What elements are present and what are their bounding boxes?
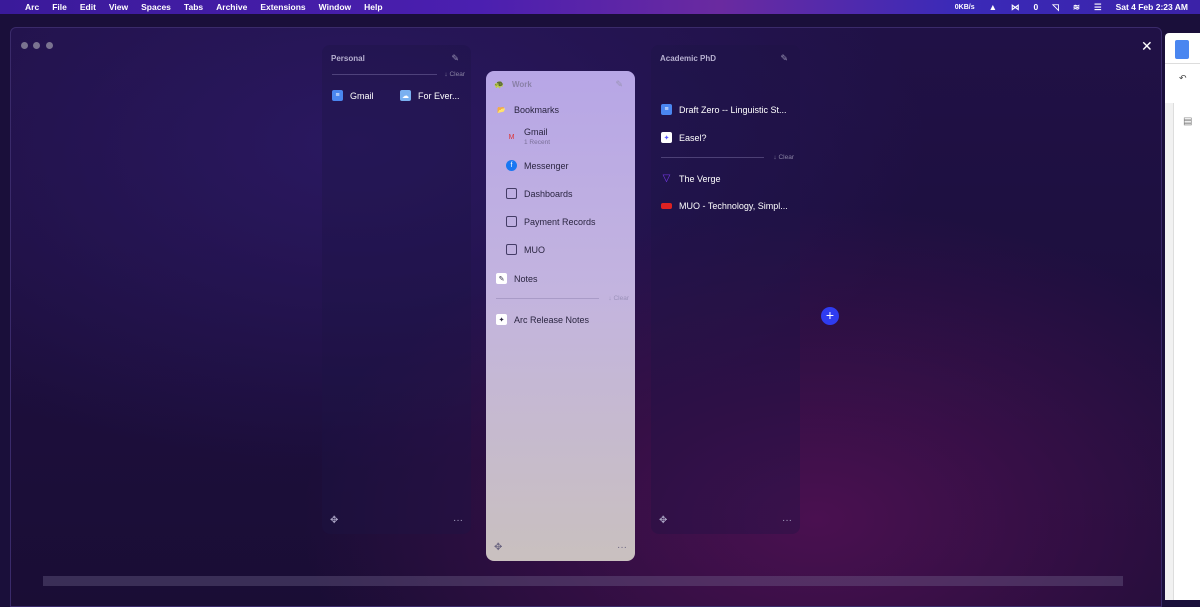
space-work: 🐢 Work ✎ 📂 Bookmarks M Gmail 1 Recent f Mess…	[486, 71, 635, 561]
muo-icon	[661, 203, 672, 209]
clip-icon[interactable]: 0	[1034, 2, 1039, 12]
verge-icon: ▽	[662, 173, 671, 184]
clear-button[interactable]: ↓ Clear	[608, 295, 629, 302]
move-icon[interactable]: ✥	[494, 542, 502, 553]
gmail-icon: M	[508, 134, 515, 141]
space-title[interactable]: Work	[512, 80, 532, 89]
google-docs-icon	[1175, 40, 1189, 59]
window-close-dot[interactable]	[21, 42, 28, 49]
folder-icon	[506, 244, 517, 255]
tab-muo[interactable]: MUO - Technology, Simpl...	[661, 201, 788, 211]
app-icon: ☁	[400, 90, 411, 101]
folder-payment-records[interactable]: Payment Records	[506, 216, 596, 227]
pinned-tab[interactable]: ☁ For Ever...	[400, 90, 460, 101]
move-icon[interactable]: ✥	[659, 515, 667, 526]
menu-window[interactable]: Window	[319, 2, 352, 12]
tab-the-verge[interactable]: ▽ The Verge	[661, 173, 721, 184]
folder-open-icon: 📂	[497, 106, 506, 114]
arc-icon: ✦	[661, 132, 672, 143]
menu-arc[interactable]: Arc	[25, 2, 39, 12]
folder-icon	[506, 188, 517, 199]
pencil-icon[interactable]: ✎	[615, 79, 623, 90]
menu-help[interactable]: Help	[364, 2, 382, 12]
folder-icon	[506, 216, 517, 227]
menu-view[interactable]: View	[109, 2, 128, 12]
window-minimize-dot[interactable]	[33, 42, 40, 49]
bowtie-icon[interactable]: ⋈	[1011, 2, 1020, 13]
bookmark-notes[interactable]: ✎ Notes	[496, 273, 538, 284]
space-title[interactable]: Personal	[331, 54, 365, 63]
notes-icon: ✎	[496, 273, 507, 284]
clear-button[interactable]: ↓ Clear	[773, 154, 794, 161]
more-icon[interactable]: ···	[617, 542, 627, 553]
menu-extensions[interactable]: Extensions	[260, 2, 305, 12]
pinned-tab[interactable]: ✦ Easel?	[661, 132, 707, 143]
google-docs-window: ↶ ▤	[1165, 33, 1200, 600]
wifi-icon[interactable]: ≋	[1073, 2, 1080, 13]
menu-file[interactable]: File	[52, 2, 67, 12]
folder-dashboards[interactable]: Dashboards	[506, 188, 573, 199]
move-icon[interactable]: ✥	[330, 515, 338, 526]
clock[interactable]: Sat 4 Feb 2:23 AM	[1116, 2, 1188, 12]
space-personal: Personal ✎ ↓ Clear ≡ Gmail ☁ For Ever... ✥…	[322, 45, 471, 534]
more-icon[interactable]: ···	[453, 515, 463, 526]
drive-icon[interactable]: ▲	[989, 2, 997, 12]
menu-tabs[interactable]: Tabs	[184, 2, 203, 12]
window-zoom-dot[interactable]	[46, 42, 53, 49]
close-icon[interactable]: ✕	[1141, 38, 1153, 55]
outline-icon[interactable]: ▤	[1183, 116, 1192, 127]
add-space-button[interactable]: +	[821, 307, 839, 325]
horizontal-scrollbar[interactable]	[43, 576, 1123, 586]
undo-icon[interactable]: ↶	[1179, 73, 1187, 84]
tab-arc-release-notes[interactable]: ✦ Arc Release Notes	[496, 314, 589, 325]
cursor-icon[interactable]: ◹	[1052, 2, 1059, 13]
control-center-icon[interactable]: ☰	[1094, 2, 1102, 13]
bookmarks-folder[interactable]: 📂 Bookmarks	[496, 104, 559, 115]
menu-archive[interactable]: Archive	[216, 2, 247, 12]
vertical-ruler	[1165, 103, 1174, 600]
pinned-tab[interactable]: ≡ Draft Zero -- Linguistic St...	[661, 104, 787, 115]
bookmark-messenger[interactable]: f Messenger	[506, 160, 569, 171]
docs-icon: ≡	[332, 90, 343, 101]
pencil-icon[interactable]: ✎	[780, 53, 788, 64]
pencil-icon[interactable]: ✎	[451, 53, 459, 64]
arc-icon: ✦	[496, 314, 507, 325]
clear-button[interactable]: ↓ Clear	[444, 71, 465, 78]
space-academic-phd: Academic PhD ✎ ≡ Draft Zero -- Linguistic…	[651, 45, 800, 534]
space-icon: 🐢	[494, 80, 504, 89]
facebook-icon: f	[506, 160, 517, 171]
more-icon[interactable]: ···	[782, 515, 792, 526]
menu-edit[interactable]: Edit	[80, 2, 96, 12]
docs-icon: ≡	[661, 104, 672, 115]
network-speed: 0KB/s	[954, 3, 975, 11]
bookmark-gmail[interactable]: M Gmail 1 Recent	[506, 128, 550, 147]
menu-spaces[interactable]: Spaces	[141, 2, 171, 12]
space-title[interactable]: Academic PhD	[660, 54, 716, 63]
folder-muo[interactable]: MUO	[506, 244, 545, 255]
pinned-tab[interactable]: ≡ Gmail	[332, 90, 374, 101]
menu-bar: Arc File Edit View Spaces Tabs Archive E…	[0, 0, 1200, 14]
